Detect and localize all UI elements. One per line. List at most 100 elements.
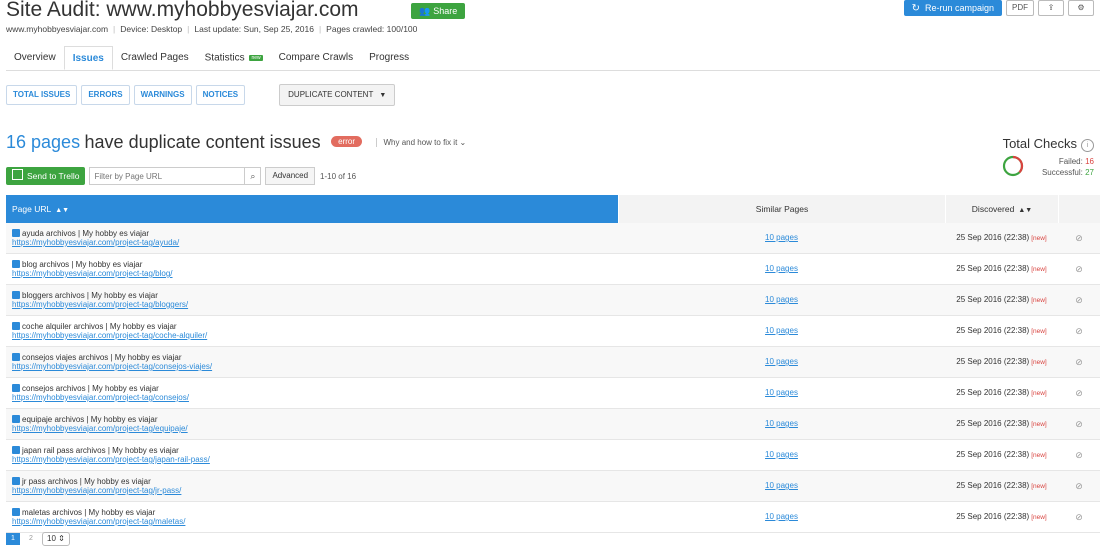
hide-icon[interactable]: ⊘ [1058, 409, 1100, 439]
external-link-icon[interactable] [12, 229, 20, 237]
external-link-icon[interactable] [12, 322, 20, 330]
table-row: coche alquiler archivos | My hobby es vi… [6, 316, 1100, 347]
new-tag: [new] [1031, 359, 1047, 366]
page-url-link[interactable]: https://myhobbyesviajar.com/project-tag/… [12, 455, 618, 464]
external-link-icon[interactable] [12, 291, 20, 299]
table-row: consejos viajes archivos | My hobby es v… [6, 347, 1100, 378]
issue-type-select[interactable]: DUPLICATE CONTENT ▼ [279, 84, 396, 106]
col-similar-pages: Similar Pages [618, 195, 945, 223]
page-url-link[interactable]: https://myhobbyesviajar.com/project-tag/… [12, 331, 618, 340]
external-link-icon[interactable] [12, 415, 20, 423]
hide-icon[interactable]: ⊘ [1058, 471, 1100, 501]
discovered-cell: 25 Sep 2016 (22:38) [new] [956, 388, 1047, 397]
col-page-url[interactable]: Page URL ▲▼ [6, 195, 618, 223]
hide-icon[interactable]: ⊘ [1058, 378, 1100, 408]
similar-pages-link[interactable]: 10 pages [618, 347, 945, 377]
page-cell: maletas archivos | My hobby es viajar htt… [6, 502, 618, 532]
per-page-select[interactable]: 10 ⇕ [42, 532, 70, 546]
table-row: consejos archivos | My hobby es viajar ht… [6, 378, 1100, 409]
export-icon[interactable]: ⇪ [1038, 0, 1064, 16]
new-tag: [new] [1031, 514, 1047, 521]
col-discovered[interactable]: Discovered ▲▼ [945, 195, 1058, 223]
similar-pages-link[interactable]: 10 pages [618, 471, 945, 501]
similar-pages-link[interactable]: 10 pages [618, 502, 945, 532]
header: Site Audit: www.myhobbyesviajar.com 👥 Sha… [6, 0, 1094, 22]
page-url-link[interactable]: https://myhobbyesviajar.com/project-tag/… [12, 362, 618, 371]
meta-device: Device: Desktop [120, 24, 183, 34]
tab-issues[interactable]: Issues [63, 46, 113, 70]
table-row: maletas archivos | My hobby es viajar htt… [6, 502, 1100, 533]
similar-pages-link[interactable]: 10 pages [618, 254, 945, 284]
page-url-link[interactable]: https://myhobbyesviajar.com/project-tag/… [12, 300, 618, 309]
similar-pages-link[interactable]: 10 pages [618, 378, 945, 408]
hide-icon[interactable]: ⊘ [1058, 223, 1100, 253]
similar-pages-link[interactable]: 10 pages [618, 285, 945, 315]
top-actions: ↻ Re-run campaign PDF ⇪ ⚙ [903, 0, 1094, 16]
page-url-link[interactable]: https://myhobbyesviajar.com/project-tag/… [12, 424, 618, 433]
external-link-icon[interactable] [12, 260, 20, 268]
hide-icon[interactable]: ⊘ [1058, 440, 1100, 470]
result-range: 1-10 of 16 [320, 171, 357, 181]
tab-compare-crawls[interactable]: Compare Crawls [271, 46, 361, 70]
page-title-text: japan rail pass archivos | My hobby es v… [22, 446, 179, 455]
filter-url-input[interactable] [89, 167, 246, 185]
similar-pages-link[interactable]: 10 pages [618, 223, 945, 253]
rerun-campaign-button[interactable]: ↻ Re-run campaign [903, 0, 1002, 16]
hide-icon[interactable]: ⊘ [1058, 502, 1100, 532]
new-tag: [new] [1031, 390, 1047, 397]
external-link-icon[interactable] [12, 353, 20, 361]
external-link-icon[interactable] [12, 477, 20, 485]
external-link-icon[interactable] [12, 446, 20, 454]
discovered-cell: 25 Sep 2016 (22:38) [new] [956, 326, 1047, 335]
total-issues-button[interactable]: TOTAL ISSUES [6, 85, 78, 105]
why-how-fix-link[interactable]: Why and how to fix it ⌄ [376, 138, 467, 147]
tab-crawled-pages[interactable]: Crawled Pages [113, 46, 197, 70]
send-to-trello-button[interactable]: Send to Trello [6, 167, 86, 185]
new-tag: [new] [1031, 452, 1047, 459]
refresh-icon: ↻ [911, 3, 920, 14]
table-row: blog archivos | My hobby es viajar https:… [6, 254, 1100, 285]
page-title-text: consejos archivos | My hobby es viajar [22, 384, 159, 393]
external-link-icon[interactable] [12, 508, 20, 516]
issue-filters: TOTAL ISSUES ERRORS WARNINGS NOTICES DUP… [6, 84, 396, 106]
errors-button[interactable]: ERRORS [81, 85, 130, 105]
page-title-text: maletas archivos | My hobby es viajar [22, 508, 156, 517]
hide-icon[interactable]: ⊘ [1058, 254, 1100, 284]
gear-icon[interactable]: ⚙ [1068, 0, 1094, 16]
tab-statistics[interactable]: Statistics new [197, 46, 271, 70]
page-url-link[interactable]: https://myhobbyesviajar.com/project-tag/… [12, 393, 618, 402]
discovered-cell: 25 Sep 2016 (22:38) [new] [956, 295, 1047, 304]
search-icon[interactable]: ⌕ [245, 167, 262, 185]
tab-progress[interactable]: Progress [361, 46, 417, 70]
tab-overview[interactable]: Overview [6, 46, 64, 70]
pages-table: Page URL ▲▼ Similar Pages Discovered ▲▼ ay… [6, 195, 1100, 533]
discovered-cell: 25 Sep 2016 (22:38) [new] [956, 419, 1047, 428]
similar-pages-link[interactable]: 10 pages [618, 316, 945, 346]
external-link-icon[interactable] [12, 384, 20, 392]
page-2-button[interactable]: 2 [24, 533, 38, 545]
page-url-link[interactable]: https://myhobbyesviajar.com/project-tag/… [12, 486, 618, 495]
page-cell: blog archivos | My hobby es viajar https:… [6, 254, 618, 284]
discovered-cell: 25 Sep 2016 (22:38) [new] [956, 450, 1047, 459]
new-badge: new [249, 55, 263, 61]
page-url-link[interactable]: https://myhobbyesviajar.com/project-tag/… [12, 517, 618, 526]
trello-icon [12, 169, 23, 180]
hide-icon[interactable]: ⊘ [1058, 347, 1100, 377]
share-button[interactable]: 👥 Share [411, 3, 466, 19]
warnings-button[interactable]: WARNINGS [133, 85, 192, 105]
hide-icon[interactable]: ⊘ [1058, 285, 1100, 315]
hide-icon[interactable]: ⊘ [1058, 316, 1100, 346]
similar-pages-link[interactable]: 10 pages [618, 440, 945, 470]
pdf-button[interactable]: PDF [1006, 0, 1034, 16]
page-1-button[interactable]: 1 [6, 533, 20, 545]
page-url-link[interactable]: https://myhobbyesviajar.com/project-tag/… [12, 238, 618, 247]
notices-button[interactable]: NOTICES [195, 85, 246, 105]
advanced-button[interactable]: Advanced [265, 167, 316, 185]
info-icon[interactable]: i [1081, 139, 1094, 152]
issue-headline: 16 pages have duplicate content issues e… [6, 132, 467, 153]
page-url-link[interactable]: https://myhobbyesviajar.com/project-tag/… [12, 269, 618, 278]
page-cell: equipaje archivos | My hobby es viajar ht… [6, 409, 618, 439]
issue-count-link[interactable]: 16 pages [6, 132, 80, 152]
similar-pages-link[interactable]: 10 pages [618, 409, 945, 439]
new-tag: [new] [1031, 297, 1047, 304]
